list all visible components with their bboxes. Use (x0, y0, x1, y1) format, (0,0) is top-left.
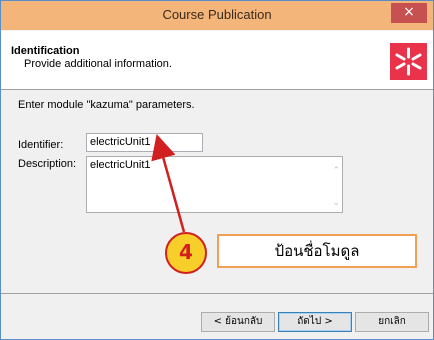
step-number-badge: 4 (165, 232, 207, 274)
callout-arrow (151, 133, 186, 233)
callout-label: ป้อนชื่อโมดูล (217, 234, 417, 268)
